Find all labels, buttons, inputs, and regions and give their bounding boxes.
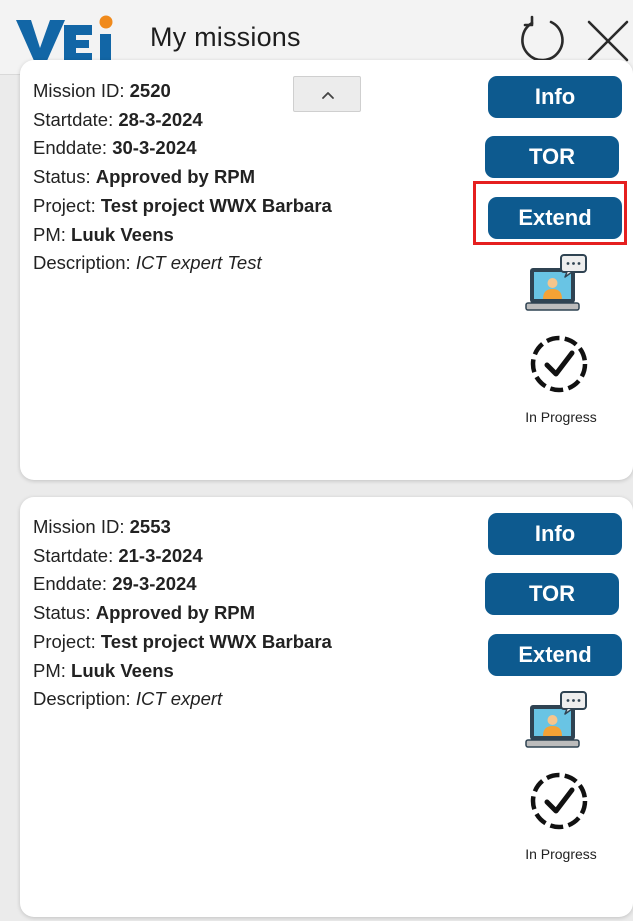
- info-button[interactable]: Info: [488, 76, 622, 118]
- description-row: Description: ICT expert Test: [33, 249, 332, 278]
- project-value: Test project WWX Barbara: [100, 194, 332, 216]
- tor-button[interactable]: TOR: [485, 136, 619, 178]
- mission-card: Mission ID: 2520 Startdate: 28-3-2024 En…: [20, 60, 633, 480]
- collapse-button[interactable]: [293, 76, 361, 112]
- chevron-up-icon: [322, 92, 334, 99]
- page-title: My missions: [150, 22, 301, 52]
- extend-button[interactable]: Extend: [488, 634, 622, 676]
- startdate-label: Startdate:: [33, 108, 114, 130]
- pm-row: PM: Luuk Veens: [33, 221, 332, 250]
- pm-value: Luuk Veens: [71, 223, 174, 245]
- startdate-row: Startdate: 28-3-2024: [33, 106, 332, 135]
- pm-value: Luuk Veens: [71, 659, 174, 681]
- enddate-row: Enddate: 29-3-2024: [33, 570, 332, 599]
- enddate-label: Enddate:: [33, 573, 108, 595]
- mission-id-value: 2520: [129, 80, 171, 101]
- project-row: Project: Test project WWX Barbara: [33, 628, 332, 657]
- missions-app: My missions Mission ID: 2520 Startdate: …: [0, 0, 633, 921]
- in-progress-icon[interactable]: [528, 770, 590, 832]
- enddate-label: Enddate:: [33, 137, 108, 159]
- progress-label: In Progress: [525, 409, 597, 425]
- mission-id-label: Mission ID:: [33, 80, 125, 101]
- pm-label: PM:: [33, 223, 66, 245]
- mission-id-row: Mission ID: 2553: [33, 513, 332, 542]
- pm-label: PM:: [33, 659, 66, 681]
- description-row: Description: ICT expert: [33, 685, 332, 714]
- project-value: Test project WWX Barbara: [100, 630, 332, 652]
- project-row: Project: Test project WWX Barbara: [33, 192, 332, 221]
- status-row: Status: Approved by RPM: [33, 163, 332, 192]
- status-value: Approved by RPM: [95, 166, 256, 188]
- startdate-label: Startdate:: [33, 544, 114, 566]
- mission-id-value: 2553: [129, 516, 171, 537]
- project-label: Project:: [33, 630, 96, 652]
- startdate-row: Startdate: 21-3-2024: [33, 542, 332, 571]
- tor-button[interactable]: TOR: [485, 573, 619, 615]
- description-value: ICT expert Test: [135, 252, 262, 274]
- status-value: Approved by RPM: [95, 602, 256, 624]
- video-chat-icon[interactable]: [525, 690, 589, 754]
- mission-card: Mission ID: 2553 Startdate: 21-3-2024 En…: [20, 497, 633, 917]
- extend-highlight-box: [473, 181, 627, 245]
- in-progress-icon[interactable]: [528, 333, 590, 395]
- project-label: Project:: [33, 194, 96, 216]
- description-label: Description:: [33, 252, 131, 274]
- pm-row: PM: Luuk Veens: [33, 657, 332, 686]
- enddate-row: Enddate: 30-3-2024: [33, 134, 332, 163]
- status-label: Status:: [33, 602, 91, 624]
- info-button[interactable]: Info: [488, 513, 622, 555]
- enddate-value: 30-3-2024: [112, 137, 197, 159]
- mission-details: Mission ID: 2520 Startdate: 28-3-2024 En…: [33, 77, 332, 278]
- enddate-value: 29-3-2024: [112, 573, 197, 595]
- progress-label: In Progress: [525, 846, 597, 862]
- status-row: Status: Approved by RPM: [33, 599, 332, 628]
- status-label: Status:: [33, 166, 91, 188]
- mission-id-label: Mission ID:: [33, 516, 125, 537]
- description-value: ICT expert: [135, 688, 223, 710]
- startdate-value: 28-3-2024: [118, 108, 203, 130]
- mission-id-row: Mission ID: 2520: [33, 77, 332, 106]
- description-label: Description:: [33, 688, 131, 710]
- video-chat-icon[interactable]: [525, 253, 589, 317]
- vei-logo: [16, 15, 113, 63]
- mission-details: Mission ID: 2553 Startdate: 21-3-2024 En…: [33, 513, 332, 714]
- startdate-value: 21-3-2024: [118, 544, 203, 566]
